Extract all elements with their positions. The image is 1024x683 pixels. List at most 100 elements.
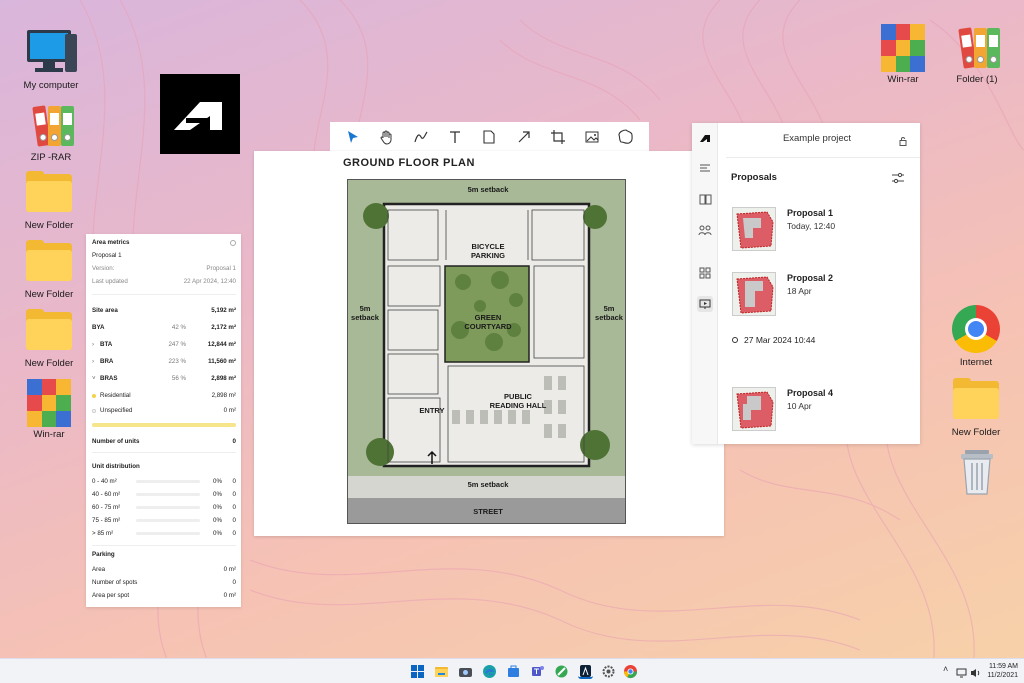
windows-icon (411, 665, 424, 678)
metric-subrow: Unspecified 0 m² (92, 406, 236, 415)
pen-tool-button[interactable] (410, 126, 432, 148)
proposal-name[interactable]: Proposal 4 (787, 388, 833, 398)
filter-icon[interactable] (891, 171, 905, 189)
desktop-icon-new-folder-3[interactable]: New Folder (12, 306, 86, 369)
version-value: Proposal 1 (206, 265, 236, 272)
floor-plan-image[interactable]: 5m setback 5m setback 5m setback BICYCLE… (347, 179, 626, 524)
winrar-icon (877, 22, 929, 72)
updated-label: Last updated (92, 278, 128, 285)
text-tool-button[interactable] (444, 126, 466, 148)
app-logo[interactable] (160, 74, 240, 154)
desktop-icon-label: New Folder (24, 289, 74, 300)
label-green-courtyard: GREEN COURTYARD (464, 313, 512, 331)
proposal-thumbnail[interactable] (732, 387, 776, 431)
rail-logo-button[interactable] (697, 130, 713, 146)
distribution-row: > 85 m² 0% 0 (92, 530, 236, 537)
taskbar-chrome[interactable] (623, 664, 638, 679)
tray-volume-icon[interactable] (970, 665, 981, 683)
folder-icon (23, 306, 75, 356)
timeline-entry[interactable]: 27 Mar 2024 10:44 (744, 335, 815, 345)
rail-presentation-button[interactable] (697, 296, 713, 312)
gear-icon (602, 665, 615, 678)
note-tool-button[interactable] (478, 126, 500, 148)
taskbar-explorer[interactable] (434, 664, 449, 679)
system-clock[interactable]: 11:59 AM 11/2/2021 (987, 662, 1018, 680)
pan-tool-button[interactable] (376, 126, 398, 148)
desktop-icon-label: Win-rar (33, 429, 65, 440)
distribution-header: Unit distribution (92, 463, 140, 470)
maps-icon (555, 665, 568, 678)
desktop-icon-label: My computer (23, 80, 79, 91)
desktop-icon-new-folder-1[interactable]: New Folder (12, 168, 86, 231)
arrow-tool-button[interactable] (513, 126, 535, 148)
clock-time: 11:59 AM (988, 663, 1018, 670)
crop-tool-button[interactable] (547, 126, 569, 148)
collapse-icon[interactable] (230, 239, 236, 246)
distribution-row: 60 - 75 m² 0% 0 (92, 504, 236, 511)
taskbar-edge[interactable] (482, 664, 497, 679)
proposal-name[interactable]: Proposal 2 (787, 273, 833, 283)
image-tool-button[interactable] (581, 126, 603, 148)
canvas-sheet[interactable]: GROUND FLOOR PLAN 5m setback 5m setback … (254, 151, 724, 536)
desktop-icon-recycle-bin[interactable] (940, 446, 1014, 498)
label-setback-right: 5m setback (595, 304, 623, 322)
proposal-thumbnail[interactable] (732, 272, 776, 316)
label-street: STREET (473, 507, 503, 516)
chrome-icon (624, 665, 637, 678)
desktop-icon-folder-1[interactable]: Folder (1) (940, 22, 1014, 85)
rail-grid-button[interactable] (697, 265, 713, 281)
folder-icon (23, 168, 75, 218)
metric-row-expandable[interactable]: › BTA 247 % 12,844 m² (92, 340, 236, 349)
project-title: Example project (782, 133, 852, 144)
desktop-icon-win-rar-right[interactable]: Win-rar (866, 22, 940, 85)
taskbar-store[interactable] (506, 664, 521, 679)
metric-subrow: Residential 2,898 m² (92, 391, 236, 400)
shape-tool-button[interactable] (615, 126, 637, 148)
autodesk-app-icon (580, 665, 591, 677)
select-tool-button[interactable] (342, 126, 364, 148)
taskbar-autodesk-app[interactable] (578, 664, 593, 679)
distribution-row: 75 - 85 m² 0% 0 (92, 517, 236, 524)
folder-icon (23, 237, 75, 287)
desktop-icon-win-rar-left[interactable]: Win-rar (12, 377, 86, 440)
folder-icon (950, 375, 1002, 425)
proposal-thumbnail[interactable] (732, 207, 776, 251)
teams-icon (532, 666, 544, 676)
metric-row-expandable[interactable]: › BRA 223 % 11,560 m² (92, 357, 236, 366)
tray-chevron-up-icon[interactable]: ˄ (943, 664, 948, 674)
proposals-header: Proposals (731, 172, 777, 183)
taskbar: ˄ 11:59 AM 11/2/2021 (0, 658, 1024, 683)
binders-icon (25, 100, 77, 150)
rail-menu-button[interactable] (697, 160, 713, 176)
desktop-icon-zip-rar[interactable]: ZIP -RAR (14, 100, 88, 163)
chevron-down-icon: ˅ (92, 375, 96, 382)
rail-book-button[interactable] (697, 191, 713, 207)
parking-row: Area per spot 0 m² (92, 592, 236, 599)
desktop-icon-internet[interactable]: Internet (939, 305, 1013, 368)
taskbar-teams[interactable] (530, 664, 545, 679)
metrics-title: Area metrics (92, 239, 130, 246)
plan-title: GROUND FLOOR PLAN (343, 157, 475, 169)
trash-icon (951, 446, 1003, 496)
taskbar-camera[interactable] (458, 664, 473, 679)
taskbar-maps[interactable] (554, 664, 569, 679)
proposal-name[interactable]: Proposal 1 (787, 208, 833, 218)
desktop-icon-my-computer[interactable]: My computer (14, 28, 88, 91)
desktop-icon-new-folder-2[interactable]: New Folder (12, 237, 86, 300)
desktop-icon-label: ZIP -RAR (30, 152, 72, 163)
lock-icon[interactable] (898, 133, 908, 151)
parking-row: Area 0 m² (92, 566, 236, 573)
label-setback-bottom: 5m setback (467, 480, 509, 489)
metric-row-expandable[interactable]: ˅ BRAS 56 % 2,898 m² (92, 374, 236, 383)
rail-people-button[interactable] (697, 222, 713, 238)
taskbar-settings[interactable] (601, 664, 616, 679)
text-icon (450, 131, 461, 143)
metrics-proposal: Proposal 1 (92, 252, 122, 259)
tray-network-icon[interactable] (956, 665, 967, 683)
desktop-icon-new-folder-right[interactable]: New Folder (939, 375, 1013, 438)
start-button[interactable] (410, 664, 425, 679)
empty-swatch-icon (92, 408, 100, 413)
metric-row: BYA 42 % 2,172 m² (92, 324, 236, 331)
desktop-icon-label: Win-rar (887, 74, 919, 85)
cursor-icon (348, 131, 359, 143)
